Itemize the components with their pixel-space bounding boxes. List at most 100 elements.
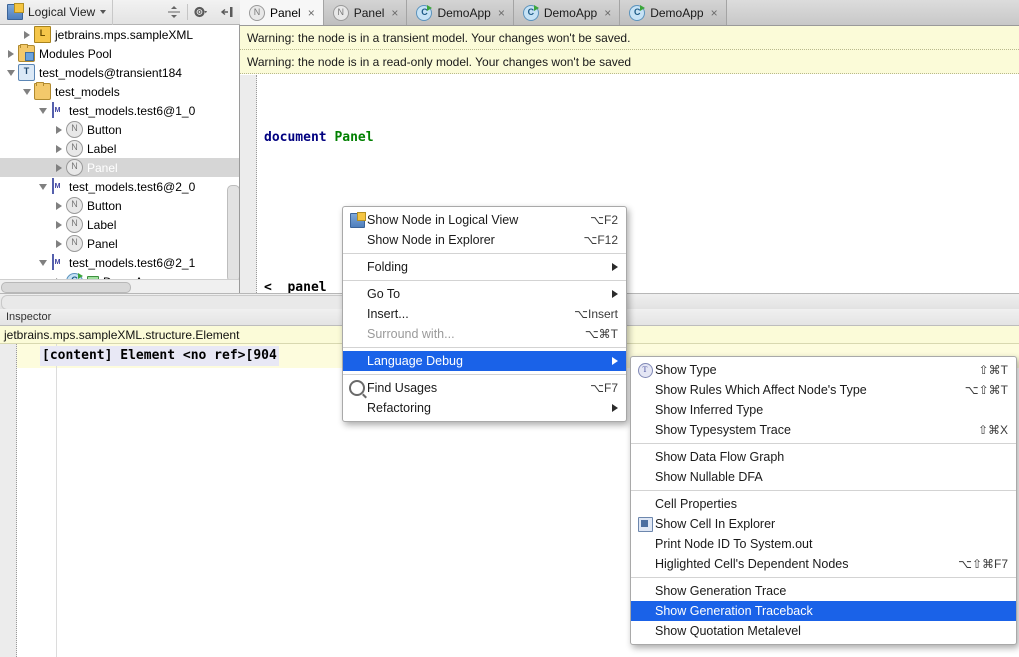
chevron-right-icon[interactable]: [52, 158, 66, 177]
menu-separator: [631, 577, 1016, 578]
tree-item-panel[interactable]: N Panel: [0, 158, 239, 177]
logical-view-icon: [349, 211, 366, 228]
editor-tab-demoapp-4[interactable]: C DemoApp ×: [620, 0, 727, 25]
tree-vertical-scrollbar[interactable]: [227, 185, 239, 282]
close-icon[interactable]: ×: [498, 6, 505, 20]
warning-text: Warning: the node is in a read-only mode…: [247, 54, 632, 69]
submenu-arrow-icon: [612, 263, 618, 271]
editor-horizontal-scrollbar[interactable]: [1, 295, 388, 310]
tree-item-test-models-transient184[interactable]: Ttest_models@transient184: [0, 63, 239, 82]
close-icon[interactable]: ×: [604, 6, 611, 20]
chevron-down-icon[interactable]: [4, 63, 18, 82]
context-menu[interactable]: Show Node in Logical View ⌥F2 Show Node in…: [342, 206, 627, 422]
chevron-down-icon[interactable]: [36, 101, 50, 120]
logical-view-selector[interactable]: Logical View: [0, 0, 114, 25]
menu-item-higlighted-cell-s-dependent-nodes[interactable]: Higlighted Cell's Dependent Nodes ⌥⇧⌘F7: [631, 554, 1016, 574]
chevron-right-icon[interactable]: [52, 234, 66, 253]
editor-tab-demoapp-2[interactable]: C DemoApp ×: [407, 0, 514, 25]
menu-item-show-cell-in-explorer[interactable]: Show Cell In Explorer: [631, 514, 1016, 534]
tree-item-label: Label: [87, 217, 117, 232]
menu-item-show-generation-traceback[interactable]: Show Generation Traceback: [631, 601, 1016, 621]
logical-view-tree[interactable]: Ljetbrains.mps.sampleXML Modules Pool Ttes…: [0, 25, 240, 293]
twisty-arrow: [56, 125, 62, 134]
inspector-vertical-rule: [56, 344, 57, 657]
editor-tab-demoapp-3[interactable]: C DemoApp ×: [513, 0, 621, 25]
tree-item-button[interactable]: N Button: [0, 196, 239, 215]
tree-item-label: test_models@transient184: [39, 65, 182, 80]
mps-window: Logical View Ljetbrains.mps.sampleXML Mod…: [0, 0, 1019, 657]
menu-item-folding[interactable]: Folding: [343, 257, 626, 277]
editor-tab-panel-0[interactable]: N Panel ×: [240, 0, 324, 25]
menu-item-show-type[interactable]: T Show Type ⇧⌘T: [631, 360, 1016, 380]
node-icon: N: [66, 140, 83, 157]
chevron-right-icon[interactable]: [52, 120, 66, 139]
close-icon[interactable]: ×: [391, 6, 398, 20]
chevron-right-icon[interactable]: [52, 139, 66, 158]
tree-item-modules-pool[interactable]: Modules Pool: [0, 44, 239, 63]
tree-item-label[interactable]: N Label: [0, 139, 239, 158]
menu-item-icon-slot: T: [637, 362, 653, 378]
editor-tab-panel-1[interactable]: N Panel ×: [323, 0, 408, 25]
twisty-arrow: [56, 144, 62, 153]
tree-item-jetbrains-mps-samplexml[interactable]: Ljetbrains.mps.sampleXML: [0, 25, 239, 44]
warning-transient-model: Warning: the node is in a transient mode…: [240, 26, 1019, 50]
tree-item-label: Button: [87, 122, 122, 137]
language-debug-submenu[interactable]: T Show Type ⇧⌘T Show Rules Which Affect Nod…: [630, 356, 1017, 645]
tree-item-label: jetbrains.mps.sampleXML: [55, 27, 194, 42]
close-icon[interactable]: ×: [308, 6, 315, 20]
menu-item-show-nullable-dfa[interactable]: Show Nullable DFA: [631, 467, 1016, 487]
menu-item-cell-properties[interactable]: Cell Properties: [631, 494, 1016, 514]
menu-item-find-usages[interactable]: Find Usages ⌥F7: [343, 378, 626, 398]
inspector-type-text: jetbrains.mps.sampleXML.structure.Elemen…: [4, 327, 240, 342]
chevron-down-icon[interactable]: [36, 177, 50, 196]
chevron-right-icon[interactable]: [52, 215, 66, 234]
settings-button[interactable]: [188, 0, 214, 25]
logical-view-label: Logical View: [28, 5, 96, 19]
tree-horizontal-scrollbar[interactable]: [0, 279, 239, 293]
menu-item-refactoring[interactable]: Refactoring: [343, 398, 626, 418]
tree-item-test-models[interactable]: test_models: [0, 82, 239, 101]
menu-item-show-generation-trace[interactable]: Show Generation Trace: [631, 581, 1016, 601]
expand-collapse-button[interactable]: [161, 0, 187, 25]
tree-item-test-models-test6-1-0[interactable]: Mtest_models.test6@1_0: [0, 101, 239, 120]
tree-item-label[interactable]: N Label: [0, 215, 239, 234]
chevron-right-icon[interactable]: [4, 44, 18, 63]
menu-item-show-node-in-logical-view[interactable]: Show Node in Logical View ⌥F2: [343, 210, 626, 230]
menu-separator: [631, 490, 1016, 491]
menu-item-show-typesystem-trace[interactable]: Show Typesystem Trace ⇧⌘X: [631, 420, 1016, 440]
menu-item-show-data-flow-graph[interactable]: Show Data Flow Graph: [631, 447, 1016, 467]
chevron-right-icon[interactable]: [52, 196, 66, 215]
menu-item-show-quotation-metalevel[interactable]: Show Quotation Metalevel: [631, 621, 1016, 641]
node-icon: N: [66, 159, 83, 176]
tab-label: Panel: [353, 5, 385, 20]
node-icon: N: [249, 4, 265, 21]
menu-separator: [343, 374, 626, 375]
model-icon: M: [50, 178, 65, 194]
tree-vertical-scroll-thumb[interactable]: [227, 185, 239, 282]
menu-item-print-node-id-to-system-out[interactable]: Print Node ID To System.out: [631, 534, 1016, 554]
tree-horizontal-scroll-thumb[interactable]: [1, 282, 131, 293]
tree-rows: Ljetbrains.mps.sampleXML Modules Pool Ttes…: [0, 25, 239, 291]
tree-item-test-models-test6-2-1[interactable]: Mtest_models.test6@2_1: [0, 253, 239, 272]
close-icon[interactable]: ×: [711, 6, 718, 20]
tree-item-test-models-test6-2-0[interactable]: Mtest_models.test6@2_0: [0, 177, 239, 196]
menu-item-language-debug[interactable]: Language Debug: [343, 351, 626, 371]
hide-panel-button[interactable]: [214, 0, 240, 25]
menu-item-insert[interactable]: Insert... ⌥Insert: [343, 304, 626, 324]
tab-label: DemoApp: [437, 5, 491, 20]
menu-item-show-rules-which-affect-node-s-type[interactable]: Show Rules Which Affect Node's Type ⌥⇧⌘T: [631, 380, 1016, 400]
menu-item-shortcut: ⌥Insert: [574, 307, 618, 321]
inspector-title: Inspector: [6, 311, 52, 323]
chevron-down-icon[interactable]: [20, 82, 34, 101]
menu-item-icon-slot: [349, 211, 366, 228]
tree-item-panel[interactable]: N Panel: [0, 234, 239, 253]
menu-item-show-node-in-explorer[interactable]: Show Node in Explorer ⌥F12: [343, 230, 626, 250]
menu-item-label: Show Quotation Metalevel: [655, 624, 801, 638]
chevron-right-icon[interactable]: [20, 25, 34, 44]
menu-item-show-inferred-type[interactable]: Show Inferred Type: [631, 400, 1016, 420]
tree-item-button[interactable]: N Button: [0, 120, 239, 139]
menu-item-go-to[interactable]: Go To: [343, 284, 626, 304]
editor-tabs[interactable]: N Panel × N Panel × C DemoApp × C DemoApp × C DemoApp…: [240, 0, 1019, 26]
menu-item-surround-with[interactable]: Surround with... ⌥⌘T: [343, 324, 626, 344]
chevron-down-icon[interactable]: [36, 253, 50, 272]
